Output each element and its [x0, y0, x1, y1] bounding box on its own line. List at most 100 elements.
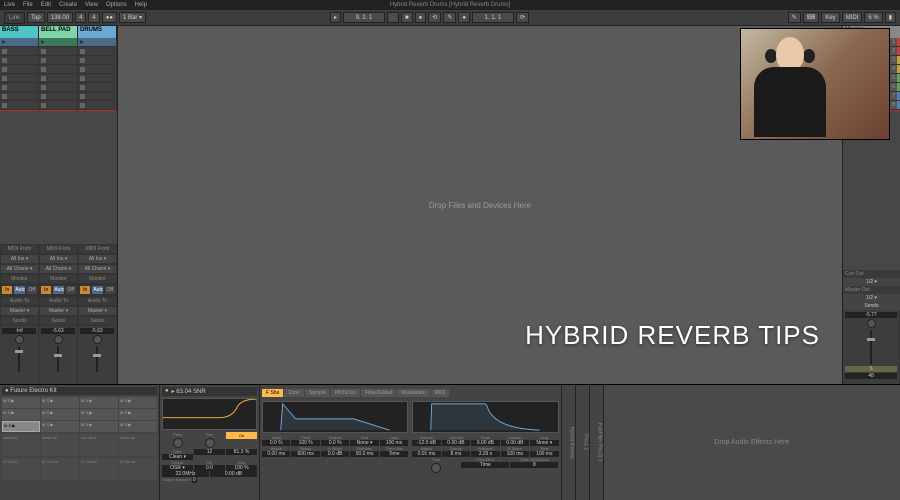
fx-slot-fabfilter[interactable]: FabFilter Pro-Q 3 — [590, 385, 604, 500]
drum-pad[interactable]: M S ▶ — [80, 421, 118, 432]
filter-freq-knob[interactable] — [173, 438, 183, 448]
menu-create[interactable]: Create — [59, 2, 77, 8]
clip-slot[interactable] — [0, 47, 38, 56]
key-map[interactable]: Key — [821, 12, 839, 23]
clip-slot[interactable] — [39, 92, 77, 101]
drum-cell[interactable]: vox 64 fr — [80, 434, 118, 456]
drum-cell[interactable]: 57.04 hh — [80, 458, 118, 480]
clip-slot[interactable] — [39, 74, 77, 83]
loop-start[interactable]: 1. 1. 1 — [472, 12, 514, 23]
monitor-auto[interactable]: Auto — [13, 285, 25, 295]
filter-freq-val[interactable]: 12 — [194, 449, 225, 455]
fx-slot-hybrid-reverb[interactable]: Hybrid Reverb — [562, 385, 576, 500]
drum-pad[interactable]: M S ▶ — [119, 409, 157, 420]
song-position[interactable]: 9. 2. 1 — [343, 12, 385, 23]
drum-pad[interactable]: M S ▶ — [2, 409, 40, 420]
drum-pad[interactable]: M S ▶ — [2, 397, 40, 408]
filter-display[interactable] — [162, 398, 257, 430]
midi-map[interactable]: MIDI — [842, 12, 863, 23]
drum-pad[interactable]: M S ▶ — [2, 421, 40, 432]
pan-knob[interactable] — [93, 335, 102, 344]
sends-pre-post[interactable]: Sends — [843, 302, 900, 310]
tab-filter[interactable]: Filter/Global — [361, 389, 396, 397]
voices[interactable]: 8 — [510, 462, 558, 468]
filter-envelope-display[interactable] — [262, 401, 408, 433]
filter-res-val[interactable]: 81.3 % — [226, 449, 257, 455]
tab-pitch[interactable]: Pitch/Osc — [331, 389, 360, 397]
stop-button[interactable]: ■ — [401, 12, 413, 23]
menu-file[interactable]: File — [23, 2, 33, 8]
play-button[interactable] — [387, 12, 399, 23]
global-groove[interactable]: 48 — [845, 373, 897, 379]
clip-slot[interactable] — [39, 101, 77, 110]
clip-slot[interactable] — [78, 101, 116, 110]
drum-cell[interactable]: 67.04 sn — [119, 458, 157, 480]
sig-denominator[interactable]: 4 — [88, 12, 99, 23]
drum-pad[interactable]: M S ▶ — [41, 409, 79, 420]
clip-slot[interactable] — [0, 83, 38, 92]
menu-view[interactable]: View — [85, 2, 98, 8]
link-toggle[interactable]: Link — [4, 12, 25, 24]
clip-slot[interactable] — [0, 101, 38, 110]
device-on-icon[interactable]: ● — [165, 388, 169, 395]
clip-slot[interactable] — [39, 65, 77, 74]
drum-pad[interactable]: M S ▶ — [80, 409, 118, 420]
filter-on-toggle[interactable]: On — [226, 432, 257, 439]
draw-mode[interactable]: ✎ — [788, 12, 801, 23]
clip-slot[interactable] — [78, 56, 116, 65]
filter-res-knob[interactable] — [205, 438, 215, 448]
tempo-field[interactable]: 138.00 — [47, 12, 73, 23]
master-fader[interactable] — [870, 330, 872, 364]
track-header-bass[interactable]: BASS — [0, 26, 39, 38]
menu-live[interactable]: Live — [4, 2, 15, 8]
record-button[interactable]: ● — [415, 12, 427, 23]
drum-cell[interactable]: wood sp — [41, 434, 79, 456]
cue-out-routing[interactable]: 1/2 ▾ — [843, 278, 900, 286]
drum-pad[interactable]: M S ▶ — [80, 397, 118, 408]
clip-slot[interactable] — [0, 38, 38, 47]
drive-val[interactable]: 0.00 dB — [210, 471, 257, 477]
monitor-in[interactable]: In — [1, 285, 13, 295]
track-header-drums[interactable]: DRUMS — [78, 26, 117, 38]
device-title-bar[interactable]: ●▸ 63.04 SNR — [162, 387, 257, 396]
menu-edit[interactable]: Edit — [41, 2, 51, 8]
tab-zone[interactable]: Zone — [284, 389, 303, 397]
clip-slot[interactable] — [39, 47, 77, 56]
drum-cell[interactable]: 67.04 rm — [41, 458, 79, 480]
clip-slot[interactable] — [0, 74, 38, 83]
drum-pad[interactable]: M S ▶ — [119, 421, 157, 432]
clip-slot[interactable] — [39, 38, 77, 47]
pan-knob[interactable] — [15, 335, 24, 344]
volume-fader[interactable] — [96, 346, 98, 372]
sig-numerator[interactable]: 4 — [75, 12, 86, 23]
follow-toggle[interactable]: ▸ — [330, 12, 341, 23]
quantize-menu[interactable]: 1 Bar ▾ — [119, 12, 146, 23]
clip-slot[interactable] — [78, 38, 116, 47]
drum-pad[interactable]: M S ▶ — [119, 397, 157, 408]
overdub-toggle[interactable]: ⟲ — [428, 12, 441, 23]
track-header-bellpad[interactable]: BELL PAD — [39, 26, 78, 38]
menu-options[interactable]: Options — [106, 2, 127, 8]
clip-slot[interactable] — [39, 56, 77, 65]
device-title[interactable]: ● Future Electro Kit — [2, 387, 157, 395]
midi-channel[interactable]: All Chann ▾ — [0, 264, 39, 274]
drum-cell[interactable]: wood sp — [119, 434, 157, 456]
session-record[interactable]: ● — [458, 12, 470, 23]
tab-midi[interactable]: MIDI — [431, 389, 450, 397]
computer-midi[interactable]: ⌨ — [803, 12, 820, 23]
menu-help[interactable]: Help — [135, 2, 147, 8]
tab-sample[interactable]: Sample — [305, 389, 330, 397]
clip-slot[interactable] — [78, 65, 116, 74]
drum-cell[interactable]: wood sp — [2, 434, 40, 456]
master-out-routing[interactable]: 1/2 ▾ — [843, 294, 900, 302]
clip-slot[interactable] — [0, 56, 38, 65]
volume-fader[interactable] — [18, 346, 20, 372]
drum-cell[interactable]: 67.04 ki — [2, 458, 40, 480]
automation-arm[interactable]: ✎ — [443, 12, 456, 23]
volume-envelope-display[interactable] — [412, 401, 558, 433]
clip-slot[interactable] — [78, 47, 116, 56]
volume-fader[interactable] — [57, 346, 59, 372]
fx-drop-area[interactable]: Drop Audio Effects Here — [604, 385, 900, 500]
audio-to-routing[interactable]: Master ▾ — [0, 306, 39, 316]
tab-fsha[interactable]: F Sha — [262, 389, 283, 397]
